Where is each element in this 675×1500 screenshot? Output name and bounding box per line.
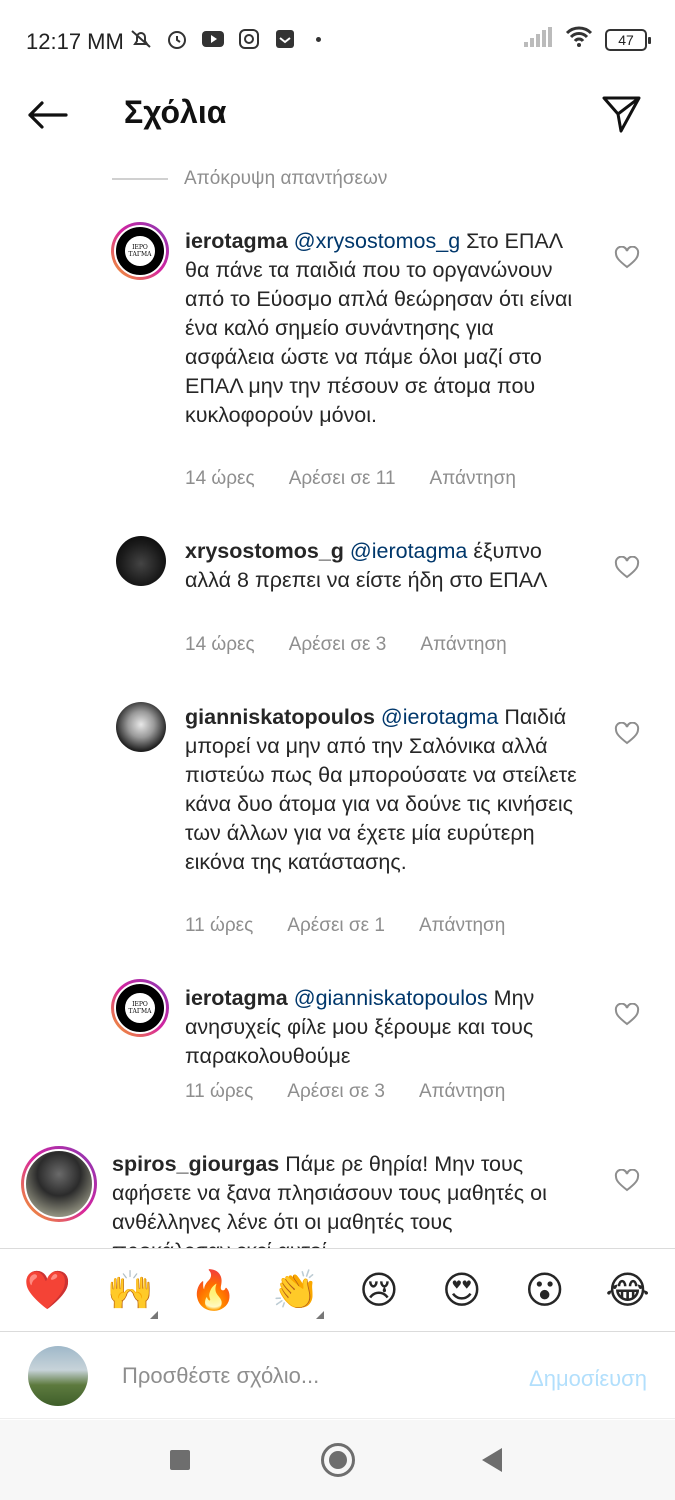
heart-icon[interactable]	[614, 556, 640, 580]
comment-body: gianniskatopoulos @ierotagma Παιδιά μπορ…	[185, 703, 595, 877]
emoji-clapping[interactable]: 👏	[266, 1267, 326, 1319]
comment-input[interactable]	[122, 1363, 482, 1389]
comment-meta: 14 ώρες Αρέσει σε 11 Απάντηση	[185, 468, 550, 490]
more-notifications-dot	[316, 36, 321, 42]
arrow-left-icon	[28, 101, 68, 129]
comment-body: ierotagma @xrysostomos_g Στο ΕΠΑΛ θα πάν…	[185, 227, 585, 430]
wifi-icon	[565, 26, 593, 53]
divider-line	[112, 178, 168, 180]
heart-icon[interactable]	[614, 722, 640, 746]
logo-text: ΙΕΡΟ ΤΑΓΜΑ	[125, 236, 155, 266]
comment-time: 11 ώρες	[185, 915, 254, 936]
reply-button[interactable]: Απάντηση	[420, 634, 506, 656]
battery-indicator: 47	[605, 28, 651, 51]
comment-time: 14 ώρες	[185, 468, 255, 489]
comment-likes[interactable]: Αρέσει σε 11	[289, 468, 396, 490]
back-button[interactable]	[26, 95, 70, 135]
comment-body: ierotagma @gianniskatopoulos Μην ανησυχε…	[185, 984, 585, 1071]
comment-username[interactable]: spiros_giourgas	[112, 1152, 279, 1176]
emoji-heart-eyes[interactable]: 😍	[432, 1268, 492, 1312]
comment-text: Παιδιά μπορεί να μην από την Σαλόνικα αλ…	[185, 705, 577, 874]
comment-username[interactable]: ierotagma	[185, 229, 288, 253]
emoji-fire[interactable]: 🔥	[183, 1268, 243, 1313]
muted-bell-icon	[128, 26, 154, 52]
send-button[interactable]	[599, 92, 643, 136]
emoji-raised-hands[interactable]: 🙌	[100, 1267, 160, 1319]
comment-mention[interactable]: @xrysostomos_g	[294, 229, 460, 253]
youtube-icon	[200, 26, 226, 52]
comment-username[interactable]: ierotagma	[185, 986, 288, 1010]
avatar[interactable]: ΙΕΡΟ ΤΑΓΜΑ	[111, 222, 169, 280]
comment-text: Στο ΕΠΑΛ θα πάνε τα παιδιά που το οργανώ…	[185, 229, 573, 427]
reply-button[interactable]: Απάντηση	[419, 1081, 505, 1103]
heart-icon[interactable]	[614, 1169, 640, 1193]
comment-body: xrysostomos_g @ierotagma έξυπνο αλλά 8 π…	[185, 537, 585, 595]
emoji-crying[interactable]: 😢	[349, 1268, 409, 1312]
emoji-surprised[interactable]: 😮	[515, 1268, 575, 1312]
comment-meta: 11 ώρες Αρέσει σε 3 Απάντηση	[185, 1081, 539, 1103]
header: Σχόλια	[0, 80, 675, 150]
signal-icon	[523, 27, 553, 52]
comment-body: spiros_giourgas Πάμε ρε θηρία! Μην τους …	[112, 1150, 562, 1248]
reply-button[interactable]: Απάντηση	[419, 915, 505, 937]
comment-meta: 11 ώρες Αρέσει σε 1 Απάντηση	[185, 915, 539, 937]
comment-username[interactable]: gianniskatopoulos	[185, 705, 375, 729]
comment-time: 11 ώρες	[185, 1081, 254, 1102]
emoji-quick-bar: ❤️ 🙌 🔥 👏 😢 😍 😮 😂	[0, 1248, 675, 1332]
back-nav-button[interactable]	[482, 1448, 502, 1472]
comment-likes[interactable]: Αρέσει σε 3	[287, 1081, 385, 1103]
avatar[interactable]: ΙΕΡΟ ΤΑΓΜΑ	[111, 979, 169, 1037]
instagram-icon	[236, 26, 262, 52]
avatar[interactable]	[116, 702, 166, 752]
comment-mention[interactable]: @ierotagma	[350, 539, 467, 563]
comment-likes[interactable]: Αρέσει σε 3	[289, 634, 387, 656]
hide-replies-button[interactable]: Απόκρυψη απαντήσεων	[112, 168, 387, 190]
skin-tone-indicator	[150, 1310, 159, 1319]
comment-mention[interactable]: @gianniskatopoulos	[294, 986, 488, 1010]
system-navigation-bar	[0, 1420, 675, 1500]
inbox-icon	[272, 26, 298, 52]
status-bar: 12:17 ΜΜ 47	[0, 0, 675, 80]
comment-time: 14 ώρες	[185, 634, 255, 655]
comment-likes[interactable]: Αρέσει σε 1	[287, 915, 385, 937]
avatar[interactable]	[116, 536, 166, 586]
home-button[interactable]	[321, 1443, 355, 1477]
hide-replies-label: Απόκρυψη απαντήσεων	[184, 168, 388, 189]
logo-text: ΙΕΡΟ ΤΑΓΜΑ	[125, 993, 155, 1023]
page-title: Σχόλια	[124, 94, 227, 130]
comment-composer: Δημοσίευση	[0, 1333, 675, 1419]
status-system-icons: 47	[523, 26, 651, 53]
comment-meta: 14 ώρες Αρέσει σε 3 Απάντηση	[185, 634, 541, 656]
heart-icon[interactable]	[614, 246, 640, 270]
skin-tone-indicator	[316, 1310, 325, 1319]
avatar[interactable]	[21, 1146, 97, 1222]
alarm-icon	[164, 26, 190, 52]
comments-list[interactable]: Απόκρυψη απαντήσεων ΙΕΡΟ ΤΑΓΜΑ ierotagma…	[0, 150, 675, 1248]
comment-mention[interactable]: @ierotagma	[381, 705, 498, 729]
recents-button[interactable]	[170, 1450, 190, 1470]
comment-username[interactable]: xrysostomos_g	[185, 539, 344, 563]
heart-icon[interactable]	[614, 1003, 640, 1027]
emoji-laughing[interactable]: 😂	[598, 1268, 658, 1312]
status-notification-icons	[128, 26, 321, 52]
emoji-heart[interactable]: ❤️	[17, 1268, 77, 1313]
send-icon	[602, 96, 641, 133]
emoji-glyph: 🙌	[106, 1267, 154, 1312]
reply-button[interactable]: Απάντηση	[430, 468, 516, 490]
post-button[interactable]: Δημοσίευση	[529, 1366, 647, 1392]
emoji-glyph: 👏	[272, 1267, 320, 1312]
status-time: 12:17 ΜΜ	[26, 29, 124, 54]
avatar	[28, 1346, 88, 1406]
